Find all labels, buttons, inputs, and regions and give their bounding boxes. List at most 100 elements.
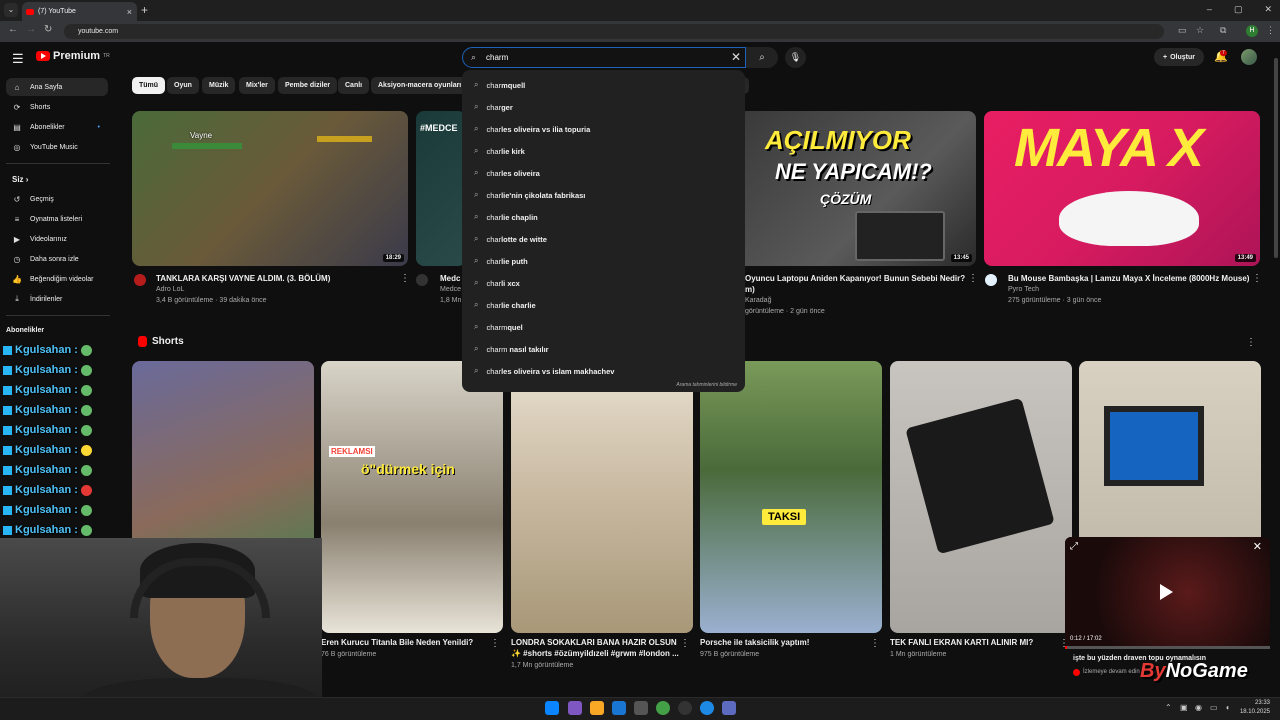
chrome-icon[interactable]: [656, 701, 670, 715]
short-title[interactable]: Eren Kurucu Titanla Bile Neden Yenildi?: [321, 638, 473, 647]
close-tab-icon[interactable]: ×: [127, 7, 132, 17]
suggestion-item[interactable]: ⌕ charlie charlie: [462, 294, 745, 316]
sidebar-item-watch-later[interactable]: ◷ Daha sonra izle: [6, 250, 108, 268]
miniplayer-progress[interactable]: [1065, 646, 1270, 649]
suggestion-item[interactable]: ⌕ charles oliveira: [462, 162, 745, 184]
suggestion-item[interactable]: ⌕ charlotte de witte: [462, 228, 745, 250]
suggestion-item[interactable]: ⌕ charlie'nin çikolata fabrikası: [462, 184, 745, 206]
close-window-icon[interactable]: ✕: [1264, 4, 1272, 15]
taskbar-clock[interactable]: 23:33 18.10.2025: [1240, 699, 1270, 717]
sidebar-item-home[interactable]: ⌂ Ana Sayfa: [6, 78, 108, 96]
tray-app-icon[interactable]: ▣: [1180, 703, 1188, 712]
suggestion-item[interactable]: ⌕ charger: [462, 96, 745, 118]
tab-list-button[interactable]: ⌄: [4, 3, 18, 17]
suggestion-item[interactable]: ⌕ charles oliveira vs ilia topuria: [462, 118, 745, 140]
suggestion-item[interactable]: ⌕ charlie kirk: [462, 140, 745, 162]
edge-icon[interactable]: [612, 701, 626, 715]
suggestion-item[interactable]: ⌕ charm nasıl takılır: [462, 338, 745, 360]
more-options-icon[interactable]: ⋮: [1252, 273, 1262, 284]
chip-all[interactable]: Tümü: [132, 77, 166, 94]
chip-mixes[interactable]: Mix'ler: [239, 77, 275, 94]
network-icon[interactable]: ▭: [1210, 703, 1218, 712]
minimize-icon[interactable]: –: [1207, 4, 1212, 15]
channel-name[interactable]: Medce: [440, 286, 461, 293]
tray-chevron-icon[interactable]: ⌃: [1165, 703, 1172, 712]
suggestion-item[interactable]: ⌕ charlie chaplin: [462, 206, 745, 228]
short-title[interactable]: Porsche ile taksicilik yaptım!: [700, 638, 809, 647]
tray-app-icon[interactable]: ◉: [1195, 703, 1202, 712]
sidebar-item-your-videos[interactable]: ▶ Videolarınız: [6, 230, 108, 248]
extensions-icon[interactable]: ⧉: [1220, 25, 1226, 36]
video-thumbnail[interactable]: #MEDCE: [416, 111, 466, 266]
bookmark-star-icon[interactable]: ☆: [1196, 25, 1204, 36]
short-title-line2[interactable]: ✨ #shorts #özümyildızeli #grwm #london .…: [511, 649, 679, 658]
sidebar-item-shorts[interactable]: ⟳ Shorts: [6, 98, 108, 116]
video-title[interactable]: Bu Mouse Bambaşka | Lamzu Maya X İncelem…: [1008, 274, 1249, 283]
channel-avatar[interactable]: [134, 274, 146, 286]
sidebar-item-playlists[interactable]: ≡ Oynatma listeleri: [6, 210, 108, 228]
sidebar-item-downloads[interactable]: ⤓ İndirilenler: [6, 290, 108, 308]
video-thumbnail[interactable]: MAYA X 13:49: [984, 111, 1260, 266]
obs-icon[interactable]: [678, 701, 692, 715]
suggestion-item[interactable]: ⌕ charmquell: [462, 74, 745, 96]
shorts-more-options-icon[interactable]: ⋮: [1246, 337, 1256, 348]
video-title[interactable]: Medc: [440, 274, 460, 283]
copilot-icon[interactable]: [568, 701, 582, 715]
video-title[interactable]: Oyuncu Laptopu Aniden Kapanıyor! Bunun S…: [745, 274, 965, 283]
back-icon[interactable]: ←: [8, 24, 18, 35]
youtube-premium-logo[interactable]: Premium TR: [36, 50, 110, 62]
url-field[interactable]: youtube.com: [64, 24, 1164, 39]
expand-icon[interactable]: ⤢: [1070, 541, 1078, 552]
more-options-icon[interactable]: ⋮: [968, 273, 978, 284]
video-thumbnail[interactable]: Vayne 18:29: [132, 111, 408, 266]
video-title-line2[interactable]: m): [745, 285, 755, 294]
channel-name[interactable]: Pyro Tech: [1008, 286, 1039, 293]
close-miniplayer-icon[interactable]: ✕: [1253, 540, 1262, 553]
short-thumbnail[interactable]: REKLAMSI ö"dürmek için: [321, 361, 503, 633]
store-icon[interactable]: [634, 701, 648, 715]
channel-avatar[interactable]: [416, 274, 428, 286]
short-title[interactable]: TEK FANLI EKRAN KARTI ALINIR MI?: [890, 638, 1033, 647]
volume-icon[interactable]: ◖: [1225, 703, 1230, 712]
play-icon[interactable]: [1160, 584, 1173, 600]
short-thumbnail[interactable]: [511, 361, 693, 633]
chip-gaming[interactable]: Oyun: [167, 77, 199, 94]
more-options-icon[interactable]: ⋮: [400, 273, 410, 284]
page-scrollbar[interactable]: [1274, 58, 1278, 258]
more-options-icon[interactable]: ⋮: [870, 638, 880, 649]
short-thumbnail[interactable]: [890, 361, 1072, 633]
discord-icon[interactable]: [722, 701, 736, 715]
reload-icon[interactable]: ↻: [44, 24, 52, 35]
new-tab-button[interactable]: +: [141, 3, 148, 17]
short-thumbnail[interactable]: TAKSI: [700, 361, 882, 633]
report-predictions-link[interactable]: Arama tahminlerini bildirme: [676, 382, 737, 388]
search-button[interactable]: ⌕: [746, 47, 778, 68]
cast-icon[interactable]: ▭: [1178, 25, 1187, 36]
short-title[interactable]: LONDRA SOKAKLARI BANA HAZIR OLSUN: [511, 638, 677, 647]
account-avatar[interactable]: [1241, 49, 1257, 65]
chip-soap-operas[interactable]: Pembe diziler: [278, 77, 338, 94]
chip-live[interactable]: Canlı: [338, 77, 370, 94]
suggestion-item[interactable]: ⌕ charles oliveira vs islam makhachev: [462, 360, 745, 382]
search-box[interactable]: ⌕ charm ✕: [462, 47, 746, 68]
sidebar-item-liked[interactable]: 👍 Beğendiğim videolar: [6, 270, 108, 288]
file-explorer-icon[interactable]: [590, 701, 604, 715]
more-options-icon[interactable]: ⋮: [490, 638, 500, 649]
channel-avatar[interactable]: [985, 274, 997, 286]
more-options-icon[interactable]: ⋮: [680, 638, 690, 649]
browser-menu-icon[interactable]: ⋮: [1266, 25, 1275, 36]
browser-tab[interactable]: (7) YouTube ×: [22, 2, 137, 21]
start-menu-icon[interactable]: [545, 701, 559, 715]
chip-music[interactable]: Müzik: [202, 77, 236, 94]
chip-action-adventure[interactable]: Aksiyon-macera oyunları: [371, 77, 469, 94]
suggestion-item[interactable]: ⌕ charmquel: [462, 316, 745, 338]
forward-icon[interactable]: →: [26, 24, 36, 35]
clear-search-icon[interactable]: ✕: [731, 50, 741, 64]
hamburger-menu-icon[interactable]: ☰: [12, 51, 24, 67]
voice-search-icon[interactable]: 🎙: [785, 47, 806, 68]
sidebar-item-music[interactable]: ◎ YouTube Music: [6, 138, 108, 156]
sidebar-item-subscriptions[interactable]: ▤ Abonelikler •: [6, 118, 108, 136]
channel-name[interactable]: Adro LoL: [156, 286, 184, 293]
suggestion-item[interactable]: ⌕ charli xcx: [462, 272, 745, 294]
search-input[interactable]: charm: [486, 53, 508, 62]
